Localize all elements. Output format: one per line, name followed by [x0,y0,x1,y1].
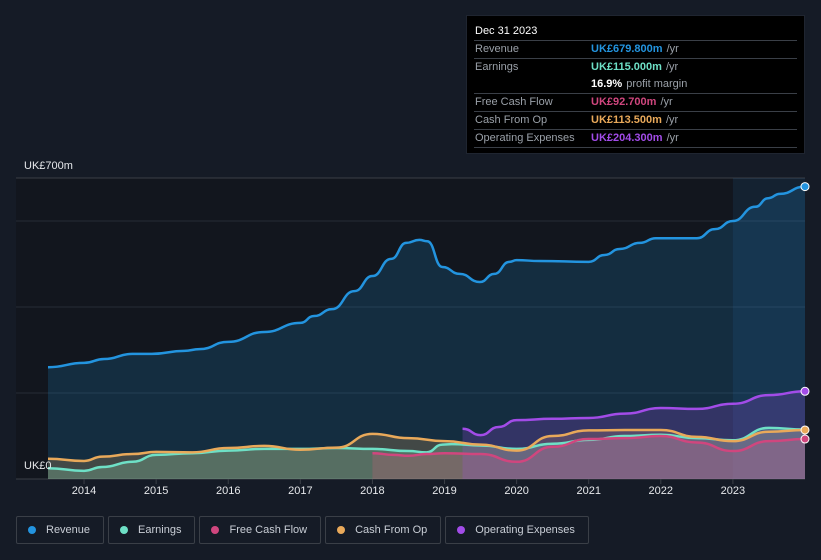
legend-label: Free Cash Flow [229,524,308,536]
legend-item-cash-from-op[interactable]: Cash From Op [325,516,442,544]
tooltip-unit: profit margin [626,78,688,90]
x-tick-label: 2020 [504,485,529,497]
legend-item-revenue[interactable]: Revenue [16,516,105,544]
cash-from-op-end-marker [800,425,810,435]
cash-from-op-dot-icon [337,526,346,534]
tooltip-unit: /yr [666,132,679,144]
operating-expenses-end-marker [800,386,810,396]
tooltip-row-operating-expenses: Operating Expenses UK£204.300m/yr [474,130,797,148]
x-axis-ticks [83,479,734,484]
tooltip: Dec 31 2023 Revenue UK£679.800m/yr Earni… [466,15,805,154]
tooltip-value: UK£115.000m [591,61,662,73]
tooltip-row-free-cash-flow: Free Cash Flow UK£92.700m/yr [474,94,797,112]
legend-label: Earnings [138,524,182,536]
tooltip-unit: /yr [660,96,673,108]
earnings-dot-icon [120,526,129,534]
x-tick-label: 2016 [215,485,241,497]
revenue-end-marker [800,182,810,192]
legend-item-operating-expenses[interactable]: Operating Expenses [445,516,589,544]
tooltip-label: Revenue [475,43,520,55]
tooltip-value: UK£204.300m [591,132,663,144]
tooltip-value: UK£679.800m [591,43,663,55]
tooltip-unit: /yr [665,61,679,73]
x-tick-label: 2021 [576,485,601,497]
operating-expenses-dot-icon [457,526,466,534]
x-tick-label: 2023 [720,485,746,497]
tooltip-value: 16.9% [591,78,623,90]
tooltip-label: Earnings [475,61,519,73]
tooltip-row-revenue: Revenue UK£679.800m/yr [474,41,797,59]
tooltip-value: UK£113.500m [591,114,662,126]
tooltip-row-cash-from-op: Cash From Op UK£113.500m/yr [474,112,797,130]
revenue-dot-icon [28,526,36,534]
free-cash-flow-dot-icon [211,526,220,534]
y-axis-min-label: UK£0 [24,460,52,472]
y-axis-max-label: UK£700m [24,160,73,172]
tooltip-unit: /yr [666,43,679,55]
legend-label: Operating Expenses [475,524,575,536]
tooltip-label: Cash From Op [475,114,548,126]
x-tick-label: 2019 [432,485,457,497]
tooltip-label [474,76,591,93]
legend: Revenue Earnings Free Cash Flow Cash Fro… [16,516,589,544]
tooltip-row-profit-margin: 16.9% profit margin [474,76,797,94]
legend-item-free-cash-flow[interactable]: Free Cash Flow [199,516,322,544]
x-tick-label: 2015 [143,485,169,497]
legend-label: Cash From Op [355,524,428,536]
x-tick-label: 2018 [360,485,385,497]
x-tick-label: 2022 [648,485,674,497]
tooltip-label: Operating Expenses [475,132,575,144]
tooltip-unit: /yr [665,114,679,126]
x-tick-label: 2017 [288,485,313,497]
free-cash-flow-end-marker [800,434,810,444]
tooltip-label: Free Cash Flow [475,96,553,108]
legend-item-earnings[interactable]: Earnings [108,516,196,544]
tooltip-date: Dec 31 2023 [474,23,797,41]
tooltip-value: UK£92.700m [591,96,657,108]
tooltip-row-earnings: Earnings UK£115.000m/yr [474,59,797,76]
legend-label: Revenue [46,524,91,536]
x-tick-label: 2014 [71,485,97,497]
